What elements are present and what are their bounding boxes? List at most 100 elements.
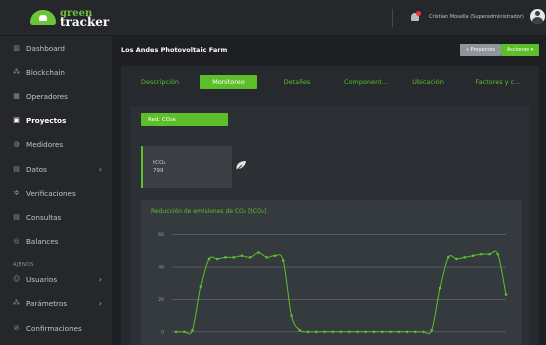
sidebar-item-balances[interactable]: ◎ Balances (0, 230, 112, 254)
bar-chart-icon: ▦ (13, 91, 20, 100)
data-point[interactable] (248, 256, 252, 259)
sidebar-item-verificaciones[interactable]: ✲ Verificaciones (0, 181, 112, 205)
tab-descripcion[interactable]: Descripción (131, 75, 189, 89)
sidebar-item-datos[interactable]: ▤ Datos › (0, 157, 112, 181)
data-point[interactable] (422, 330, 425, 334)
data-point[interactable] (224, 256, 227, 259)
data-point[interactable] (397, 330, 401, 334)
avatar[interactable] (530, 9, 545, 24)
user-name[interactable]: Cristian Mosella (Superadministrador) (429, 14, 524, 20)
data-point[interactable] (496, 252, 500, 256)
queries-icon: ▤ (13, 212, 20, 221)
series-line (175, 250, 507, 335)
brand-logo[interactable]: green tracker (0, 0, 112, 36)
data-point[interactable] (273, 254, 277, 258)
sidebar-item-label: Operadores (26, 91, 68, 101)
data-point[interactable] (488, 252, 491, 256)
sidebar-item-label: Verificaciones (26, 188, 76, 198)
data-point[interactable] (257, 251, 260, 254)
sidebar: green tracker ▥ Dashboard ⁂ Blockchain ▦ Oper… (0, 0, 112, 345)
data-point[interactable] (265, 256, 269, 259)
page-title: Los Andes Photovoltaic Farm (121, 46, 228, 54)
notification-dot (416, 11, 421, 16)
data-point[interactable] (455, 257, 458, 261)
chart-plot: 0 20 40 60 (158, 232, 508, 335)
data-point[interactable] (430, 328, 434, 332)
users-icon: ☺ (13, 275, 21, 284)
data-point[interactable] (290, 314, 293, 317)
chevron-right-icon: › (98, 299, 102, 309)
tab-factores[interactable]: Factores y c... (463, 75, 533, 89)
sidebar-item-operadores[interactable]: ▦ Operadores (0, 84, 112, 108)
data-point[interactable] (438, 286, 442, 290)
sidebar-item-blockchain[interactable]: ⁂ Blockchain (0, 60, 112, 84)
data-point[interactable] (389, 330, 392, 334)
sidebar-item-label: Usuarios (26, 275, 58, 285)
brand-line2: tracker (60, 14, 110, 29)
chevron-right-icon: › (98, 164, 102, 174)
data-point[interactable] (174, 330, 178, 334)
verify-icon: ✲ (13, 188, 20, 197)
back-to-projects-button[interactable]: « Proyectos (460, 44, 501, 56)
data-point[interactable] (232, 256, 236, 259)
sidebar-item-confirmaciones[interactable]: ⊘ Confirmaciones (0, 316, 112, 340)
sidebar-item-label: Parámetros (26, 299, 67, 309)
sidebar-item-parámetros[interactable]: ⁂ Parámetros › (0, 292, 112, 316)
sidebar-item-label: Dashboard (26, 43, 65, 53)
tab-componentes[interactable]: Component... (337, 75, 395, 89)
data-icon: ▤ (13, 164, 20, 173)
data-point[interactable] (298, 328, 302, 332)
actions-button[interactable]: Acciones ▾ (501, 44, 539, 56)
data-point[interactable] (380, 330, 384, 334)
data-point[interactable] (413, 330, 417, 334)
topbar: Cristian Mosella (Superadministrador) (112, 0, 546, 36)
data-point[interactable] (281, 259, 285, 262)
sidebar-item-label: Confirmaciones (26, 323, 82, 333)
blockchain-icon: ⁂ (13, 67, 20, 76)
sidebar-nav: ▥ Dashboard ⁂ Blockchain ▦ Operadores ▣ Proyect… (0, 36, 112, 254)
sidebar-item-label: Balances (26, 237, 59, 247)
data-point[interactable] (314, 330, 318, 334)
sidebar-nav-secondary: ☺ Usuarios › ⁂ Parámetros › ⊘ Confirmaciones (0, 268, 112, 341)
sidebar-item-usuarios[interactable]: ☺ Usuarios › (0, 268, 112, 292)
emissions-chart: Reducción de emisiones de CO₂ [tCO₂] 0 20… (141, 200, 522, 345)
y-tick-label: 60 (158, 232, 164, 238)
cloud-logo-icon (30, 10, 56, 25)
data-point[interactable] (405, 330, 409, 334)
sidebar-item-dashboard[interactable]: ▥ Dashboard (0, 36, 112, 60)
data-point[interactable] (323, 330, 326, 334)
data-point[interactable] (446, 256, 450, 259)
tab-ubicacion[interactable]: Ubicación (399, 75, 457, 89)
data-point[interactable] (364, 330, 368, 334)
sidebar-item-consultas[interactable]: ▤ Consultas (0, 205, 112, 229)
data-point[interactable] (347, 330, 351, 334)
topbar-divider (392, 9, 393, 27)
y-tick-label: 20 (158, 297, 164, 303)
notification-bell-icon[interactable] (411, 11, 421, 22)
tab-detalles[interactable]: Detalles (268, 75, 326, 89)
subtab-red-co2e[interactable]: Red. CO₂e (141, 113, 228, 126)
stat-unit: tCO₂ (153, 160, 166, 166)
data-point[interactable] (240, 254, 244, 258)
data-point[interactable] (306, 330, 310, 334)
stat-value: 799 (153, 168, 164, 174)
data-point[interactable] (356, 330, 359, 334)
data-point[interactable] (463, 256, 467, 259)
tab-monitoreo[interactable]: Monitoreo (200, 75, 257, 89)
data-point[interactable] (339, 330, 343, 334)
data-point[interactable] (215, 257, 219, 261)
sidebar-item-label: Blockchain (26, 67, 65, 77)
data-point[interactable] (199, 285, 203, 288)
data-point[interactable] (207, 257, 211, 261)
data-point[interactable] (471, 254, 475, 258)
data-point[interactable] (504, 293, 508, 296)
sidebar-item-proyectos[interactable]: ▣ Proyectos (0, 109, 112, 133)
sidebar-section-label: AJENOS (13, 261, 34, 268)
data-point[interactable] (479, 252, 483, 256)
data-point[interactable] (191, 328, 194, 332)
sidebar-item-medidores[interactable]: ◍ Medidores (0, 133, 112, 157)
data-point[interactable] (331, 330, 335, 334)
data-point[interactable] (182, 330, 186, 334)
data-point[interactable] (372, 330, 376, 334)
params-icon: ⁂ (13, 299, 20, 308)
